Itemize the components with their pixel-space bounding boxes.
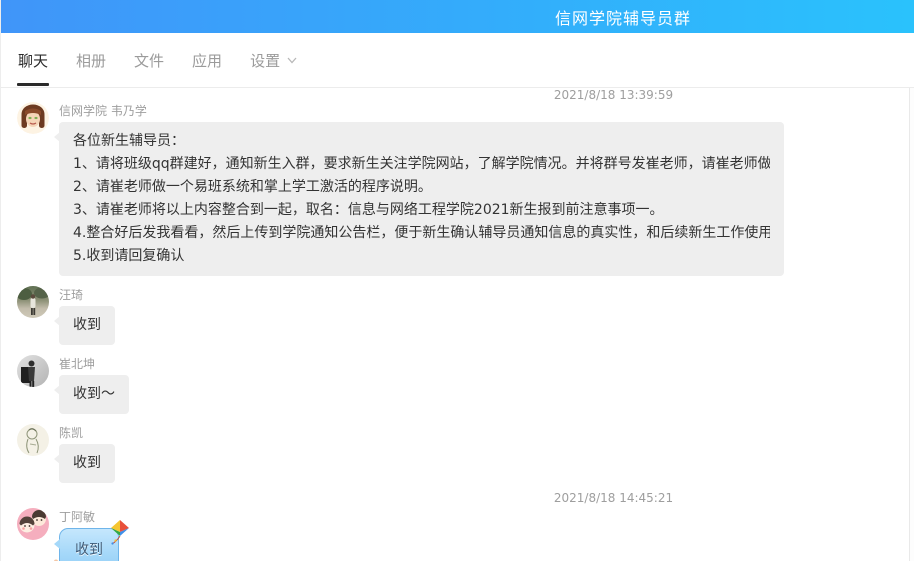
message-row: 陈凯 收到 [17, 424, 914, 483]
bw-photo-avatar[interactable] [17, 355, 49, 387]
message-bubble[interactable]: 各位新生辅导员： 1、请将班级qq群建好，通知新生入群，要求新生关注学院网站，了… [59, 122, 784, 276]
group-title: 信网学院辅导员群 [555, 5, 691, 29]
message-line: 5.收到请回复确认 [73, 245, 770, 268]
message-line: 2、请崔老师做一个易班系统和掌上学工激活的程序说明。 [73, 176, 770, 199]
group-chat-window: 信网学院辅导员群 聊天 相册 文件 应用 设置 2021/8/18 13:39:… [0, 0, 917, 561]
tab-settings-label: 设置 [250, 50, 280, 71]
themed-message-bubble[interactable]: 收到 [59, 528, 119, 561]
message-row: 崔北坤 收到～ [17, 355, 914, 414]
message-list: 2021/8/18 13:39:59 信网学院 韦乃学 [1, 89, 914, 561]
message-row: 信网学院 韦乃学 各位新生辅导员： 1、请将班级qq群建好，通知新生入群，要求新… [17, 102, 914, 276]
runner-icon [50, 556, 62, 561]
message-line: 1、请将班级qq群建好，通知新生入群，要求新生关注学院网站，了解学院情况。并将群… [73, 153, 770, 176]
tab-apps[interactable]: 应用 [192, 33, 222, 87]
message-bubble[interactable]: 收到～ [59, 375, 129, 414]
message-line: 4.整合好后发我看看，然后上传到学院通知公告栏，便于新生确认辅导员通知信息的真实… [73, 222, 770, 245]
message-timestamp: 2021/8/18 13:39:59 [165, 89, 917, 102]
message-text: 收到 [75, 542, 103, 558]
tab-apps-label: 应用 [192, 50, 222, 71]
tab-chat[interactable]: 聊天 [18, 33, 48, 87]
message-bubble[interactable]: 收到 [59, 444, 115, 483]
tab-files[interactable]: 文件 [134, 33, 164, 87]
woman-cartoon-avatar[interactable] [17, 102, 49, 134]
message-row: 汪琦 收到 [17, 286, 914, 345]
tab-chat-label: 聊天 [18, 50, 48, 71]
couple-cartoon-avatar[interactable] [17, 508, 49, 540]
message-row: 丁阿敏 收到 [17, 508, 914, 561]
sender-name: 崔北坤 [59, 357, 129, 371]
tab-settings[interactable]: 设置 [250, 33, 297, 87]
message-timestamp: 2021/8/18 14:45:21 [165, 492, 917, 505]
tab-album[interactable]: 相册 [76, 33, 106, 87]
sender-name: 汪琦 [59, 288, 115, 302]
chevron-down-icon [287, 57, 297, 64]
sketch-avatar[interactable] [17, 424, 49, 456]
message-line: 3、请崔老师将以上内容整合到一起，取名：信息与网络工程学院2021新生报到前注意… [73, 199, 770, 222]
sender-name: 信网学院 韦乃学 [59, 104, 784, 118]
tab-files-label: 文件 [134, 50, 164, 71]
outdoor-photo-avatar[interactable] [17, 286, 49, 318]
tab-bar: 聊天 相册 文件 应用 设置 [1, 33, 914, 88]
message-bubble[interactable]: 收到 [59, 306, 115, 345]
window-header: 信网学院辅导员群 [1, 0, 914, 33]
message-line: 各位新生辅导员： [73, 130, 770, 153]
sender-name: 陈凯 [59, 426, 115, 440]
kite-icon [108, 519, 132, 555]
tab-album-label: 相册 [76, 50, 106, 71]
